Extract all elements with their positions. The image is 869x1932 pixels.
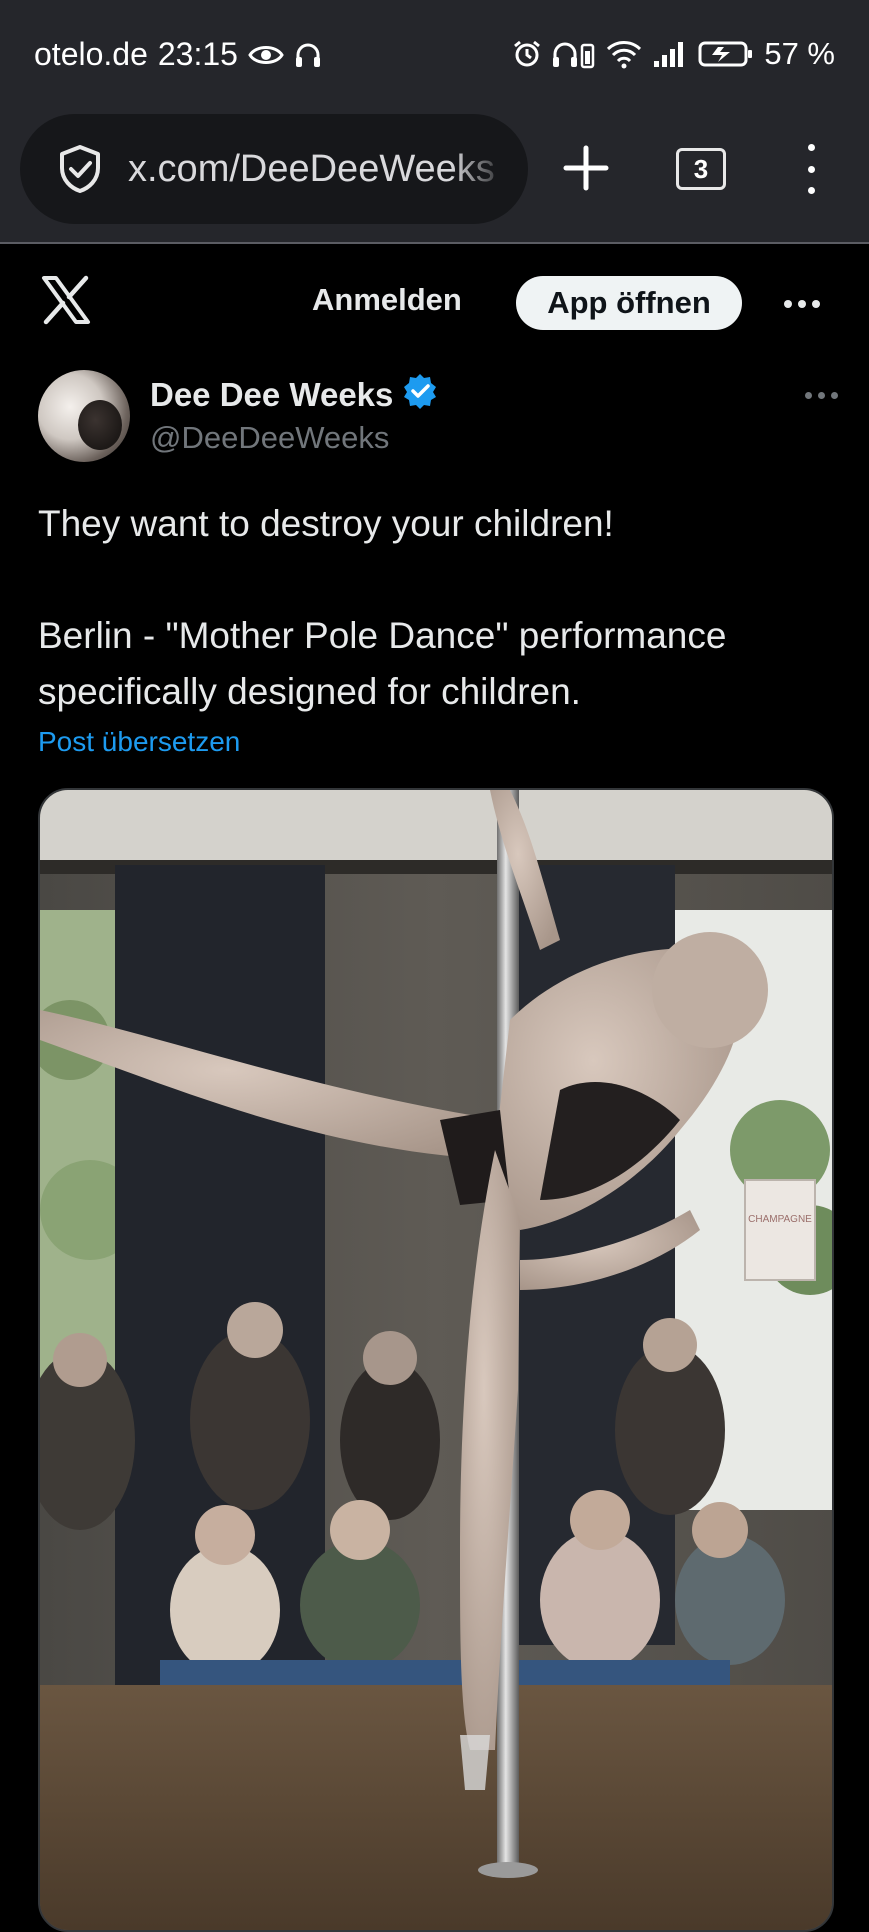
open-app-button[interactable]: App öffnen [516,276,742,330]
x-header: Anmelden App öffnen [0,244,869,364]
tab-count: 3 [693,153,709,184]
battery-percent: 57 % [764,36,835,71]
post-author: Dee Dee Weeks @DeeDeeWeeks [38,370,838,466]
battery-charging-icon [698,39,754,69]
x-logo-icon[interactable] [40,274,92,326]
post-media[interactable]: CHAMPAGNE [38,788,834,1932]
alarm-icon [512,39,542,69]
more-dots-icon[interactable] [784,300,820,308]
wifi-icon [606,39,642,69]
avatar[interactable] [38,370,130,462]
verified-badge-icon [401,372,439,418]
status-bar: otelo.de 23:15 57 % [0,0,869,110]
media-sign-text: CHAMPAGNE [748,1214,812,1225]
plus-icon[interactable] [558,140,614,196]
tabs-icon[interactable]: 3 [676,148,726,190]
login-link[interactable]: Anmelden [312,282,462,318]
address-bar[interactable]: x.com/DeeDeeWeeks [20,114,528,224]
shield-check-icon[interactable] [52,141,108,197]
post-more-icon[interactable] [805,392,838,399]
clock: 23:15 [157,36,238,72]
media-image: CHAMPAGNE [40,790,832,1930]
status-bar-right: 57 % [512,36,835,72]
translate-link[interactable]: Post übersetzen [38,726,240,758]
carrier-label: otelo.de [34,36,148,72]
post-text: They want to destroy your children! Berl… [38,496,838,720]
author-handle[interactable]: @DeeDeeWeeks [150,420,389,456]
signal-icon [652,39,688,69]
status-bar-left: otelo.de 23:15 [34,36,322,73]
url-text[interactable]: x.com/DeeDeeWeeks [128,148,508,191]
browser-toolbar: x.com/DeeDeeWeeks 3 [0,110,869,244]
headphones-battery-icon [552,39,596,69]
kebab-menu-icon[interactable] [796,144,826,194]
author-name[interactable]: Dee Dee Weeks [150,376,393,414]
post-text-line1: They want to destroy your children! [38,503,614,544]
headphones-icon [294,41,322,69]
eye-icon [248,43,284,67]
post-text-line2: Berlin - "Mother Pole Dance" performance… [38,615,727,712]
author-name-row[interactable]: Dee Dee Weeks [150,372,439,418]
